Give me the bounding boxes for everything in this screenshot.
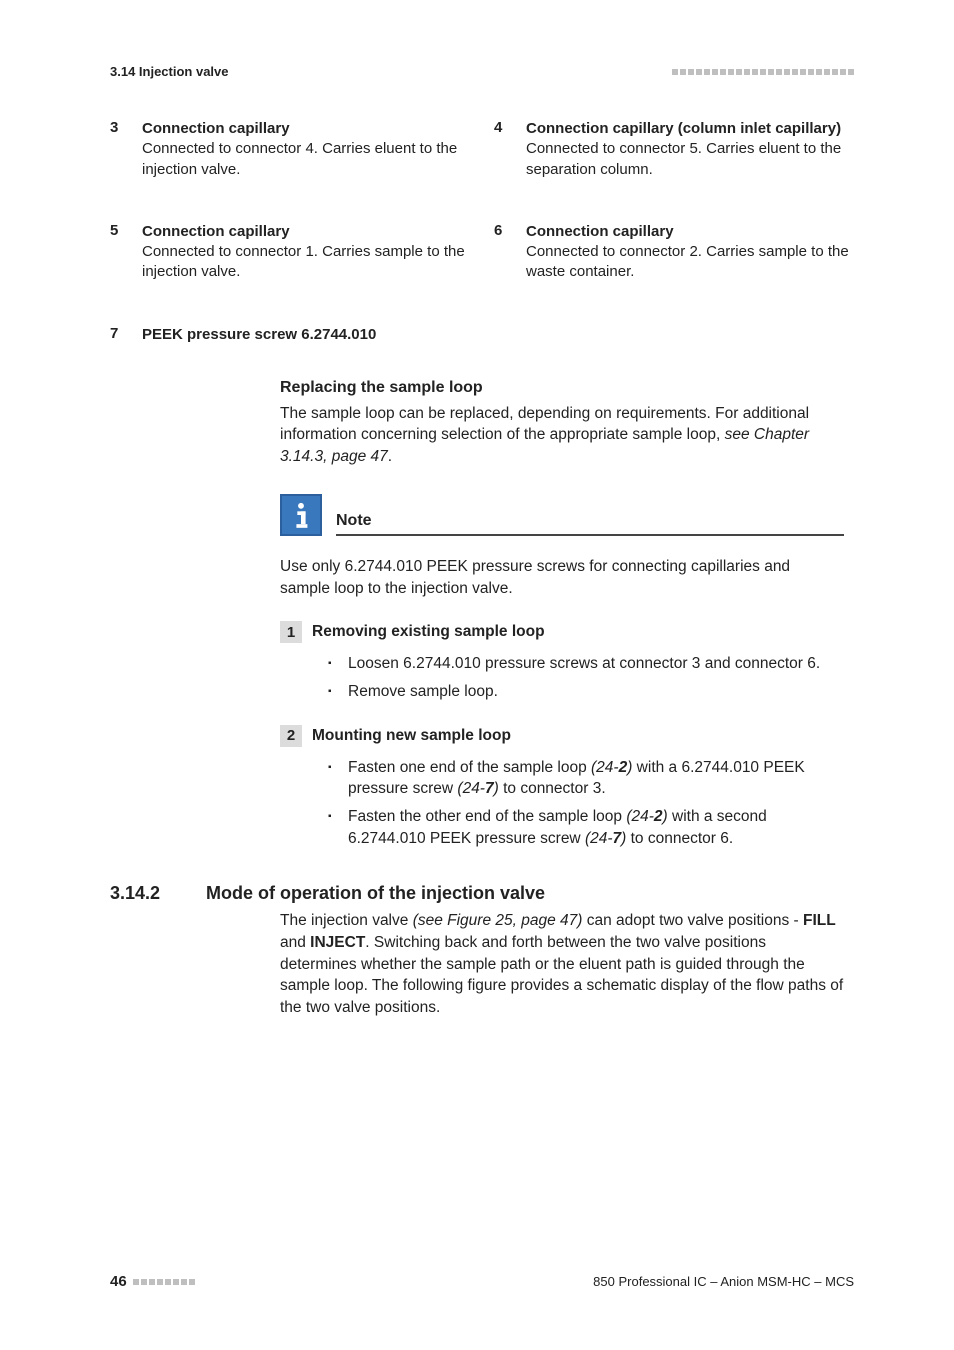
- legend-title: Connection capillary: [526, 223, 674, 240]
- footer-ornament: [133, 1279, 195, 1285]
- legend-number: 4: [494, 119, 512, 180]
- subsection-number: 3.14.2: [110, 883, 182, 904]
- legend-number: 7: [110, 325, 128, 345]
- legend-number: 3: [110, 119, 128, 180]
- page-number: 46: [110, 1273, 195, 1290]
- legend-body: Connected to connector 1. Carries sample…: [142, 243, 465, 280]
- replace-heading: Replacing the sample loop: [280, 379, 844, 397]
- note-text: Use only 6.2744.010 PEEK pressure screws…: [280, 556, 844, 599]
- header-ornament: [672, 69, 854, 75]
- legend-title: PEEK pressure screw 6.2744.010: [142, 326, 376, 343]
- footer-doc-title: 850 Professional IC – Anion MSM-HC – MCS: [593, 1274, 854, 1289]
- step-number: 1: [280, 621, 302, 643]
- subsection-heading: 3.14.2 Mode of operation of the injectio…: [110, 883, 854, 904]
- step-title: Mounting new sample loop: [312, 725, 511, 747]
- legend-title: Connection capillary: [142, 120, 290, 137]
- legend-item: 5 Connection capillary Connected to conne…: [110, 222, 470, 283]
- cross-reference: (see Figure 25, page 47): [413, 912, 583, 929]
- legend-body: Connected to connector 4. Carries eluent…: [142, 140, 457, 177]
- note-callout: Note Use only 6.2744.010 PEEK pressure s…: [280, 494, 844, 599]
- legend-body: Connected to connector 5. Carries eluent…: [526, 140, 841, 177]
- legend-body: Connected to connector 2. Carries sample…: [526, 243, 849, 280]
- legend-item: 7 PEEK pressure screw 6.2744.010: [110, 325, 470, 345]
- legend-number: 6: [494, 222, 512, 283]
- legend-title: Connection capillary (column inlet capil…: [526, 120, 841, 137]
- step-bullet: Remove sample loop.: [328, 681, 844, 703]
- step: 2 Mounting new sample loop Fasten one en…: [280, 725, 844, 850]
- step-title: Removing existing sample loop: [312, 621, 545, 643]
- legend-title: Connection capillary: [142, 223, 290, 240]
- info-icon: [280, 494, 322, 536]
- legend-item: 6 Connection capillary Connected to conne…: [494, 222, 854, 283]
- step-bullet: Fasten the other end of the sample loop …: [328, 806, 844, 849]
- replace-paragraph: The sample loop can be replaced, dependi…: [280, 403, 844, 468]
- subsection-title: Mode of operation of the injection valve: [206, 883, 545, 904]
- legend-item: 4 Connection capillary (column inlet cap…: [494, 119, 854, 180]
- subsection-body: The injection valve (see Figure 25, page…: [280, 910, 844, 1018]
- legend-grid: 3 Connection capillary Connected to conne…: [110, 119, 854, 363]
- replace-section: Replacing the sample loop The sample loo…: [280, 379, 844, 850]
- step-number: 2: [280, 725, 302, 747]
- note-label: Note: [336, 512, 844, 532]
- step-bullet: Loosen 6.2744.010 pressure screws at con…: [328, 653, 844, 675]
- step-bullet: Fasten one end of the sample loop (24-2)…: [328, 757, 844, 800]
- legend-item: 3 Connection capillary Connected to conne…: [110, 119, 470, 180]
- header-section-title: 3.14 Injection valve: [110, 64, 229, 79]
- step: 1 Removing existing sample loop Loosen 6…: [280, 621, 844, 702]
- page-footer: 46 850 Professional IC – Anion MSM-HC – …: [110, 1273, 854, 1290]
- legend-number: 5: [110, 222, 128, 283]
- page-header: 3.14 Injection valve: [110, 64, 854, 79]
